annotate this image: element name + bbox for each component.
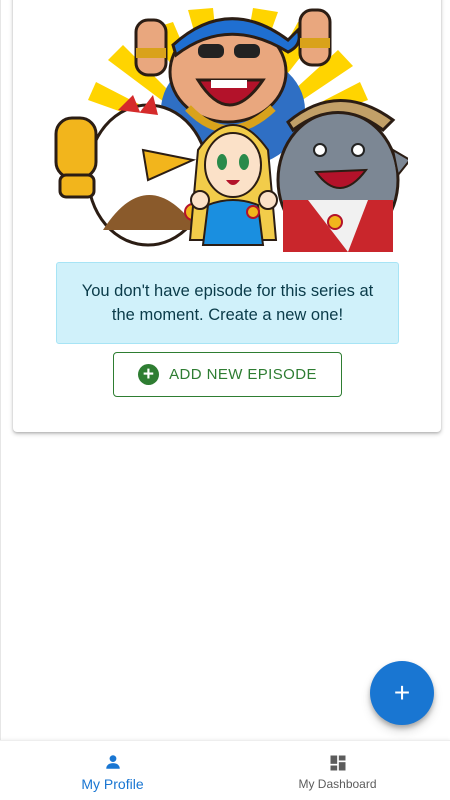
add-icon: + xyxy=(393,677,411,708)
page-left-edge xyxy=(0,0,1,740)
nav-item-my-dashboard[interactable]: My Dashboard xyxy=(225,741,450,800)
nav-label-my-dashboard: My Dashboard xyxy=(298,777,377,791)
empty-state-text: You don't have episode for this series a… xyxy=(81,282,374,324)
add-new-episode-label: ADD NEW EPISODE xyxy=(169,366,317,383)
empty-state-message: You don't have episode for this series a… xyxy=(56,262,399,344)
bottom-navigation: My Profile My Dashboard xyxy=(0,740,450,800)
nav-label-my-profile: My Profile xyxy=(81,776,144,792)
add-new-episode-button[interactable]: + ADD NEW EPISODE xyxy=(113,352,342,397)
floating-add-button[interactable]: + xyxy=(370,661,434,725)
person-icon xyxy=(102,751,124,773)
nav-item-my-profile[interactable]: My Profile xyxy=(0,741,225,800)
cartoon-characters-illustration xyxy=(54,8,408,252)
add-circle-icon: + xyxy=(138,364,160,385)
dashboard-icon xyxy=(327,752,349,774)
empty-episodes-card: You don't have episode for this series a… xyxy=(13,0,441,432)
